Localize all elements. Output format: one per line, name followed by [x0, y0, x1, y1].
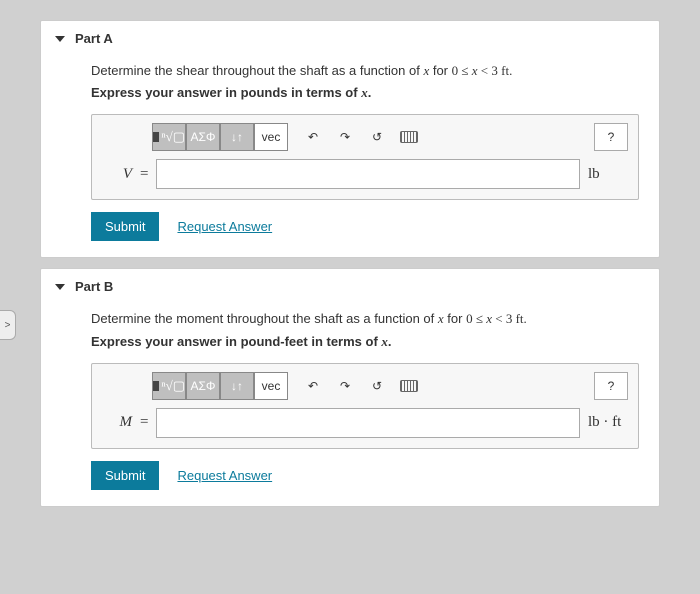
vec-button[interactable]: vec: [254, 372, 288, 400]
side-expand-tab[interactable]: >: [0, 310, 16, 340]
part-a-panel: Part A Determine the shear throughout th…: [40, 20, 660, 258]
part-b-header[interactable]: Part B: [41, 269, 659, 304]
reset-button[interactable]: ↺: [362, 123, 392, 151]
part-b-answer-box: ⁿ√▢ ΑΣΦ ↓↑ vec ↶ ↷ ↺ ? M = lb · ft: [91, 363, 639, 449]
part-b-request-answer-link[interactable]: Request Answer: [177, 468, 272, 483]
part-a-toolbar: ⁿ√▢ ΑΣΦ ↓↑ vec ↶ ↷ ↺ ?: [102, 123, 628, 159]
keyboard-icon: [400, 131, 418, 143]
templates-button[interactable]: ⁿ√▢: [152, 123, 186, 151]
part-a-title: Part A: [75, 31, 113, 46]
answer-var-label: M: [102, 414, 132, 431]
reset-button[interactable]: ↺: [362, 372, 392, 400]
answer-var-label: V: [102, 166, 132, 183]
vec-button[interactable]: vec: [254, 123, 288, 151]
templates-button[interactable]: ⁿ√▢: [152, 372, 186, 400]
redo-button[interactable]: ↷: [330, 372, 360, 400]
undo-button[interactable]: ↶: [298, 123, 328, 151]
greek-button[interactable]: ΑΣΦ: [186, 123, 220, 151]
part-b-panel: Part B Determine the moment throughout t…: [40, 268, 660, 506]
part-b-submit-button[interactable]: Submit: [91, 461, 159, 490]
keyboard-button[interactable]: [394, 372, 424, 400]
part-b-toolbar: ⁿ√▢ ΑΣΦ ↓↑ vec ↶ ↷ ↺ ?: [102, 372, 628, 408]
part-a-submit-button[interactable]: Submit: [91, 212, 159, 241]
part-a-header[interactable]: Part A: [41, 21, 659, 56]
part-a-express: Express your answer in pounds in terms o…: [91, 84, 639, 102]
subsup-button[interactable]: ↓↑: [220, 372, 254, 400]
help-button[interactable]: ?: [594, 123, 628, 151]
redo-button[interactable]: ↷: [330, 123, 360, 151]
part-a-unit: lb: [588, 166, 628, 183]
keyboard-button[interactable]: [394, 123, 424, 151]
undo-button[interactable]: ↶: [298, 372, 328, 400]
greek-button[interactable]: ΑΣΦ: [186, 372, 220, 400]
caret-down-icon: [55, 284, 65, 290]
help-button[interactable]: ?: [594, 372, 628, 400]
part-b-title: Part B: [75, 279, 113, 294]
part-a-request-answer-link[interactable]: Request Answer: [177, 219, 272, 234]
part-b-prompt: Determine the moment throughout the shaf…: [91, 310, 639, 328]
subsup-button[interactable]: ↓↑: [220, 123, 254, 151]
part-b-unit: lb · ft: [588, 414, 628, 431]
part-b-express: Express your answer in pound-feet in ter…: [91, 333, 639, 351]
keyboard-icon: [400, 380, 418, 392]
part-b-answer-input[interactable]: [156, 408, 580, 438]
caret-down-icon: [55, 36, 65, 42]
part-a-answer-box: ⁿ√▢ ΑΣΦ ↓↑ vec ↶ ↷ ↺ ? V = lb: [91, 114, 639, 200]
part-a-answer-input[interactable]: [156, 159, 580, 189]
part-a-prompt: Determine the shear throughout the shaft…: [91, 62, 639, 80]
